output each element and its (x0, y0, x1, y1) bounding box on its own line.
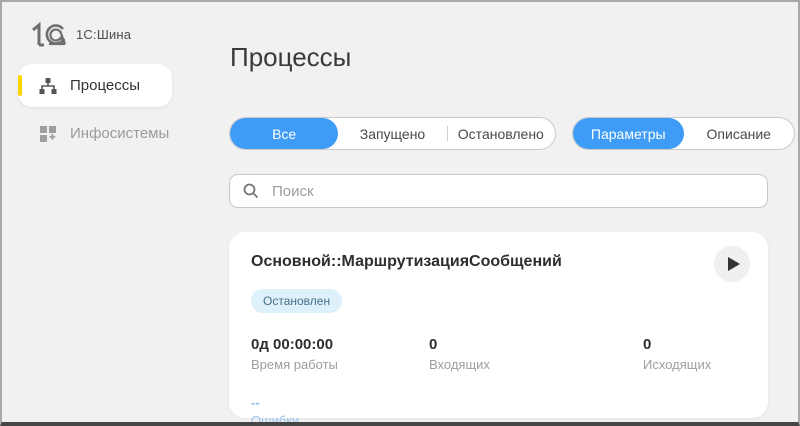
brand-area: 1С:Шина (30, 22, 131, 47)
start-process-button[interactable] (714, 246, 750, 282)
stat-label: Исходящих (643, 357, 712, 372)
brand-name: 1С:Шина (76, 27, 132, 42)
sidebar-item-label: Процессы (70, 77, 141, 94)
play-icon (727, 257, 740, 271)
tab-running[interactable]: Запущено (338, 118, 446, 149)
sidebar-item-infosystems[interactable]: Инфосистемы (18, 112, 172, 155)
sidebar-nav: Процессы Инфосистемы (18, 64, 172, 155)
stat-incoming: 0 Входящих (429, 336, 643, 372)
stat-outgoing: 0 Исходящих (643, 336, 746, 372)
1c-logo-icon (30, 22, 66, 47)
tab-stopped[interactable]: Остановлено (446, 118, 555, 149)
process-title: Основной::МаршрутизацияСообщений (251, 253, 562, 270)
tab-description[interactable]: Описание (684, 118, 795, 149)
process-card[interactable]: Основной::МаршрутизацияСообщений Останов… (229, 232, 768, 422)
errors-value: -- (251, 395, 260, 410)
app-window: 1С:Шина Процессы Инфосистемы Процессы Вс… (0, 0, 800, 426)
active-indicator (18, 75, 22, 96)
stat-value: 0 (429, 336, 438, 353)
tab-parameters[interactable]: Параметры (573, 118, 684, 149)
sidebar-item-label: Инфосистемы (70, 125, 170, 142)
status-badge: Остановлен (251, 289, 343, 313)
search-input[interactable] (270, 181, 754, 201)
process-card-header: Основной::МаршрутизацияСообщений (251, 246, 750, 282)
grid-plus-icon (39, 125, 57, 143)
view-tabs: Параметры Описание (572, 117, 795, 150)
status-filter-tabs: Все Запущено Остановлено (229, 117, 556, 150)
stat-label: Время работы (251, 357, 338, 372)
process-stats: 0д 00:00:00 Время работы 0 Входящих 0 Ис… (251, 336, 746, 372)
search-icon (243, 183, 259, 199)
errors-label: Ошибки (251, 413, 300, 426)
errors-link[interactable]: -- Ошибки (251, 395, 746, 426)
search-box (229, 174, 768, 208)
page-title: Процессы (230, 42, 352, 72)
tab-all[interactable]: Все (230, 118, 339, 149)
stat-value: 0д 00:00:00 (251, 336, 334, 353)
sidebar-item-processes[interactable]: Процессы (18, 64, 172, 107)
stat-label: Входящих (429, 357, 490, 372)
sitemap-icon (39, 77, 57, 95)
stat-value: 0 (643, 336, 652, 353)
stat-uptime: 0д 00:00:00 Время работы (251, 336, 429, 372)
